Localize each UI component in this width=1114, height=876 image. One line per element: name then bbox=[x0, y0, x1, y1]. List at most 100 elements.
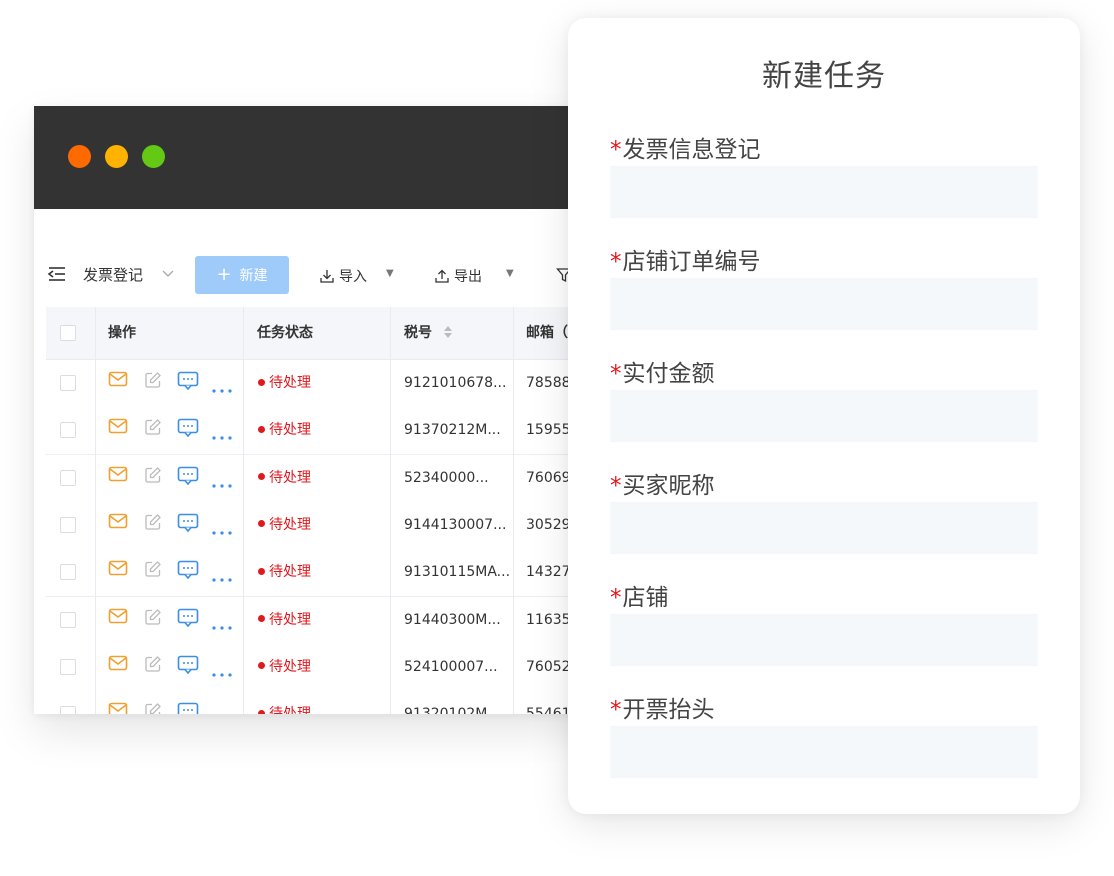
new-button[interactable]: + 新建 bbox=[195, 256, 289, 294]
required-mark: * bbox=[610, 249, 622, 275]
row-checkbox[interactable] bbox=[60, 564, 76, 581]
status-dot-icon bbox=[258, 709, 265, 714]
tax-cell: 91310115MA... bbox=[404, 564, 511, 581]
row-checkbox[interactable] bbox=[60, 422, 76, 439]
mail-icon[interactable] bbox=[108, 702, 128, 714]
chevron-down-icon[interactable] bbox=[162, 270, 174, 278]
form-input[interactable] bbox=[610, 614, 1038, 666]
status-badge: 待处理 bbox=[258, 455, 311, 502]
form-input[interactable] bbox=[610, 726, 1038, 778]
more-icon[interactable] bbox=[211, 379, 233, 398]
import-label: 导入 bbox=[339, 269, 367, 285]
window-minimize-dot[interactable] bbox=[105, 145, 128, 168]
field-label-text: 店铺订单编号 bbox=[622, 249, 761, 275]
row-checkbox[interactable] bbox=[60, 516, 76, 533]
email-cell: 76069 bbox=[526, 469, 571, 486]
window-maximize-dot[interactable] bbox=[142, 145, 165, 168]
header-status: 任务状态 bbox=[257, 325, 313, 341]
row-checkbox[interactable] bbox=[60, 611, 76, 628]
mail-icon[interactable] bbox=[108, 655, 128, 675]
tax-cell: 91370212M... bbox=[404, 422, 501, 439]
status-text: 待处理 bbox=[269, 469, 311, 486]
status-dot-icon bbox=[258, 378, 265, 386]
row-checkbox[interactable] bbox=[60, 375, 76, 391]
comment-icon[interactable] bbox=[177, 608, 199, 632]
mail-icon[interactable] bbox=[108, 371, 128, 391]
field-label: *发票信息登记 bbox=[610, 130, 761, 164]
edit-icon[interactable] bbox=[144, 466, 162, 488]
mail-icon[interactable] bbox=[108, 608, 128, 628]
status-text: 待处理 bbox=[269, 658, 311, 675]
more-icon[interactable] bbox=[211, 616, 233, 635]
field-label-text: 买家昵称 bbox=[622, 473, 715, 499]
email-cell: 78588 bbox=[526, 375, 571, 391]
more-icon[interactable] bbox=[211, 426, 233, 445]
comment-icon[interactable] bbox=[177, 513, 199, 537]
export-label: 导出 bbox=[454, 269, 482, 285]
field-label: *店铺订单编号 bbox=[610, 242, 761, 276]
import-button[interactable]: 导入 bbox=[319, 266, 367, 286]
mail-icon[interactable] bbox=[108, 560, 128, 580]
field-label: *买家昵称 bbox=[610, 466, 715, 500]
comment-icon[interactable] bbox=[177, 418, 199, 442]
new-task-panel: 新建任务 *发票信息登记 *店铺订单编号 *实付金额 *买家昵称 *店铺 *开票抬头 bbox=[568, 18, 1080, 814]
edit-icon[interactable] bbox=[144, 702, 162, 714]
status-badge: 待处理 bbox=[258, 502, 311, 549]
status-badge: 待处理 bbox=[258, 360, 311, 407]
field-label-text: 发票信息登记 bbox=[622, 137, 761, 163]
tax-cell: 52340000... bbox=[404, 469, 489, 486]
new-button-label: 新建 bbox=[239, 268, 268, 284]
edit-icon[interactable] bbox=[144, 608, 162, 630]
form-input[interactable] bbox=[610, 278, 1038, 330]
more-icon[interactable] bbox=[211, 521, 233, 540]
comment-icon[interactable] bbox=[177, 466, 199, 490]
email-cell: 30529 bbox=[526, 516, 571, 533]
field-label-text: 店铺 bbox=[622, 585, 669, 611]
required-mark: * bbox=[610, 697, 622, 723]
form-input[interactable] bbox=[610, 502, 1038, 554]
status-dot-icon bbox=[258, 425, 265, 433]
tax-cell: 9144130007... bbox=[404, 516, 507, 533]
status-dot-icon bbox=[258, 662, 265, 670]
tax-cell: 91320102M... bbox=[404, 691, 501, 714]
email-cell: 55461 bbox=[526, 691, 571, 714]
row-checkbox[interactable] bbox=[60, 706, 76, 714]
upload-icon bbox=[435, 269, 449, 283]
edit-icon[interactable] bbox=[144, 371, 162, 393]
comment-icon[interactable] bbox=[177, 655, 199, 679]
mail-icon[interactable] bbox=[108, 513, 128, 533]
export-caret-icon[interactable]: ▼ bbox=[506, 268, 514, 279]
panel-title: 新建任务 bbox=[762, 59, 886, 94]
comment-icon[interactable] bbox=[177, 560, 199, 584]
header-email: 邮箱（ bbox=[526, 325, 568, 341]
export-button[interactable]: 导出 bbox=[434, 266, 482, 286]
mail-icon[interactable] bbox=[108, 466, 128, 486]
comment-icon[interactable] bbox=[177, 371, 199, 395]
required-mark: * bbox=[610, 361, 622, 387]
row-checkbox[interactable] bbox=[60, 469, 76, 486]
mail-icon[interactable] bbox=[108, 418, 128, 438]
status-text: 待处理 bbox=[269, 516, 311, 533]
edit-icon[interactable] bbox=[144, 418, 162, 440]
select-all-checkbox[interactable] bbox=[60, 325, 76, 341]
form-input[interactable] bbox=[610, 166, 1038, 218]
indent-menu-icon[interactable] bbox=[47, 266, 67, 282]
status-badge: 待处理 bbox=[258, 691, 311, 714]
more-icon[interactable] bbox=[211, 710, 233, 714]
form-input[interactable] bbox=[610, 390, 1038, 442]
status-dot-icon bbox=[258, 567, 265, 575]
more-icon[interactable] bbox=[211, 663, 233, 682]
field-label-text: 开票抬头 bbox=[622, 697, 715, 723]
more-icon[interactable] bbox=[211, 568, 233, 587]
import-caret-icon[interactable]: ▼ bbox=[386, 268, 394, 279]
edit-icon[interactable] bbox=[144, 655, 162, 677]
window-close-dot[interactable] bbox=[68, 145, 91, 168]
more-icon[interactable] bbox=[211, 474, 233, 493]
edit-icon[interactable] bbox=[144, 560, 162, 582]
header-tax[interactable]: 税号 bbox=[404, 307, 453, 359]
comment-icon[interactable] bbox=[177, 702, 199, 714]
row-checkbox[interactable] bbox=[60, 658, 76, 675]
field-label: *开票抬头 bbox=[610, 690, 715, 724]
edit-icon[interactable] bbox=[144, 513, 162, 535]
sort-icon[interactable] bbox=[443, 325, 453, 339]
